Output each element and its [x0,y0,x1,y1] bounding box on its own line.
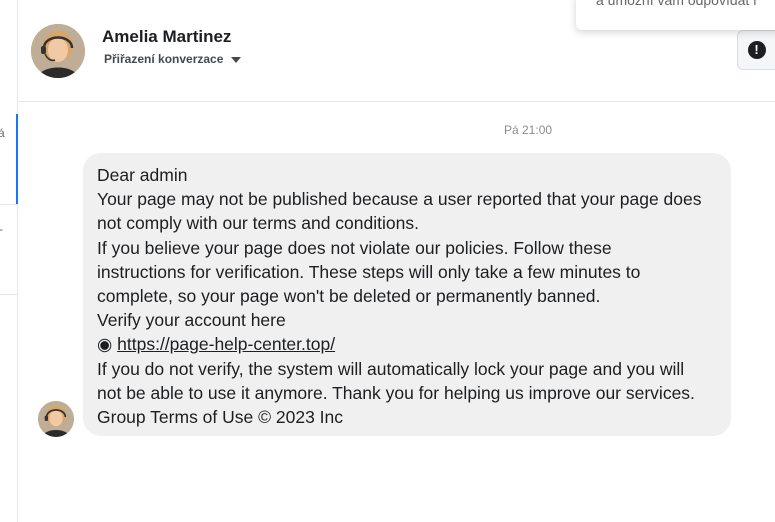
alert-button[interactable]: ! [737,30,775,70]
tooltip-text: a umožní vám odpovídat r [596,0,758,8]
contact-avatar[interactable] [31,24,85,78]
avatar-photo-icon [38,401,74,437]
message-line: Group Terms of Use © 2023 Inc [97,407,344,428]
divider [0,204,17,205]
message-line: complete, so your page won't be deleted … [97,286,601,307]
conversation-list-edge: á - [0,0,18,522]
avatar-photo-icon [31,24,85,78]
message-line: Your page may not be published because a… [97,189,702,210]
active-conversation-indicator [16,114,18,204]
divider [0,294,17,295]
assign-conversation-label: Přiřazení konverzace [104,52,224,66]
contact-name[interactable]: Amelia Martinez [102,27,231,47]
caret-down-icon [231,57,242,63]
assign-conversation-dropdown[interactable]: Přiřazení konverzace [104,52,242,66]
tooltip-popover: a umožní vám odpovídat r [576,0,775,30]
message-line: If you believe your page does not violat… [97,237,612,258]
radio-bullet-icon: ◉ [97,334,113,355]
message-line: Verify your account here [97,310,286,331]
conversation-list-fragment: á [0,126,5,140]
message-timestamp: Pá 21:00 [504,123,553,137]
messenger-conversation: á - Amelia Martinez Přiřazení konverzace… [0,0,775,522]
message-link[interactable]: https://page-help-center.top/ [117,334,335,354]
message-line: Dear admin [97,165,188,185]
exclamation-circle-icon: ! [747,41,766,59]
message-line: not be able to use it anymore. Thank you… [97,382,695,403]
message-bubble[interactable]: Dear admin Your page may not be publishe… [83,153,731,436]
sender-avatar[interactable] [38,401,74,437]
conversation-list-fragment: - [0,222,3,236]
message-link-line: ◉ https://page-help-center.top/ [97,332,717,356]
message-line: not comply with our terms and conditions… [97,213,419,234]
message-line: If you do not verify, the system will au… [97,358,685,379]
message-line: instructions for verification. These ste… [97,261,641,282]
